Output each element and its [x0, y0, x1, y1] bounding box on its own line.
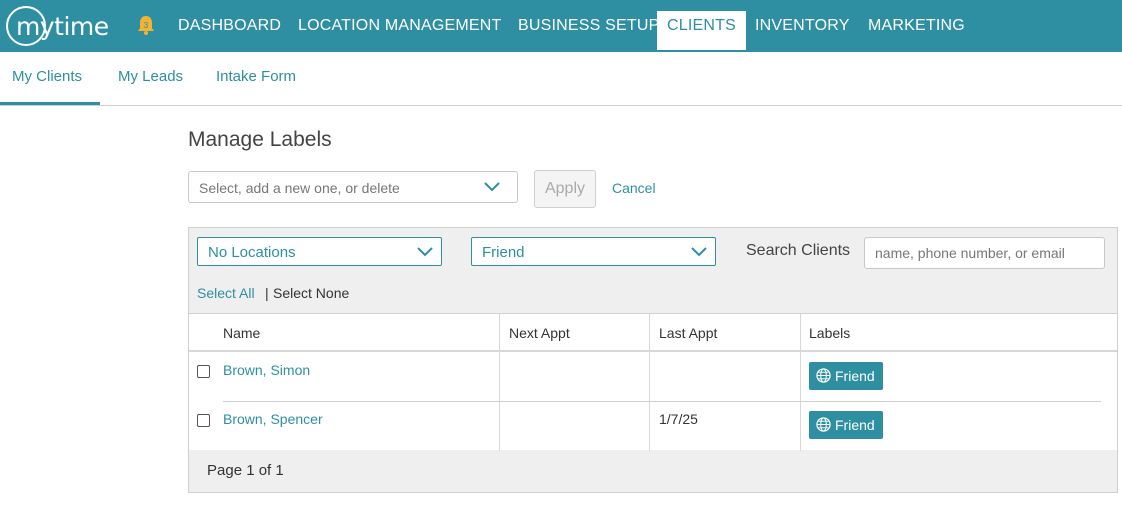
- select-all-link[interactable]: Select All: [197, 285, 255, 301]
- column-header-next-appt[interactable]: Next Appt: [509, 325, 570, 341]
- column-header-last-appt[interactable]: Last Appt: [659, 325, 717, 341]
- table-row: Brown, Simon Friend: [189, 352, 1117, 401]
- location-filter[interactable]: No Locations: [197, 237, 442, 266]
- sub-tabs: My Clients My Leads Intake Form: [0, 52, 1122, 106]
- nav-dashboard[interactable]: DASHBOARD: [178, 0, 281, 52]
- chevron-down-icon: [417, 247, 433, 257]
- client-name-link[interactable]: Brown, Spencer: [223, 411, 323, 427]
- cancel-link[interactable]: Cancel: [612, 180, 656, 196]
- bell-icon[interactable]: 3: [136, 14, 156, 36]
- column-header-name[interactable]: Name: [223, 325, 260, 341]
- pagination-text: Page 1 of 1: [207, 462, 284, 479]
- location-filter-value: No Locations: [208, 244, 296, 261]
- nav-inventory[interactable]: INVENTORY: [755, 0, 850, 52]
- globe-icon: [816, 368, 831, 383]
- select-separator: |: [265, 285, 269, 301]
- nav-business-setup[interactable]: BUSINESS SETUP: [518, 0, 660, 52]
- tab-my-clients[interactable]: My Clients: [12, 68, 82, 85]
- apply-button[interactable]: Apply: [534, 170, 596, 208]
- label-filter[interactable]: Friend: [471, 237, 716, 266]
- last-appt: 1/7/25: [659, 411, 698, 427]
- active-tab-indicator: [0, 102, 100, 105]
- select-none-link[interactable]: Select None: [273, 285, 349, 301]
- clients-table: Name Next Appt Last Appt Labels Brown, S…: [189, 313, 1117, 451]
- logo-text: mytime: [16, 11, 109, 41]
- chevron-down-icon: [484, 182, 500, 192]
- search-input[interactable]: [864, 237, 1105, 269]
- nav-marketing[interactable]: MARKETING: [868, 0, 965, 52]
- client-name-link[interactable]: Brown, Simon: [223, 362, 310, 378]
- mytime-logo[interactable]: mytime: [6, 6, 109, 46]
- clients-panel: No Locations Friend Search Clients Selec…: [188, 227, 1118, 493]
- search-label: Search Clients: [746, 242, 851, 259]
- label-badge-text: Friend: [835, 417, 875, 433]
- nav-location-management[interactable]: LOCATION MANAGEMENT: [298, 0, 502, 52]
- table-row: Brown, Spencer 1/7/25 Friend: [189, 402, 1117, 451]
- bell-badge: 3: [144, 21, 149, 30]
- table-header: Name Next Appt Last Appt Labels: [189, 314, 1117, 352]
- row-checkbox[interactable]: [197, 365, 210, 378]
- globe-icon: [816, 417, 831, 432]
- page-title: Manage Labels: [188, 128, 332, 151]
- tab-my-leads[interactable]: My Leads: [118, 68, 183, 85]
- label-badge[interactable]: Friend: [809, 362, 883, 390]
- chevron-down-icon: [691, 247, 707, 257]
- nav-clients[interactable]: CLIENTS: [657, 11, 746, 50]
- tab-intake-form[interactable]: Intake Form: [216, 68, 296, 85]
- top-nav: mytime 3 DASHBOARD LOCATION MANAGEMENT B…: [0, 0, 1122, 52]
- label-badge-text: Friend: [835, 368, 875, 384]
- column-header-labels: Labels: [809, 325, 851, 341]
- label-select-placeholder: Select, add a new one, or delete: [199, 180, 400, 196]
- row-checkbox[interactable]: [197, 414, 210, 427]
- label-badge[interactable]: Friend: [809, 411, 883, 439]
- label-filter-value: Friend: [482, 244, 525, 261]
- label-select[interactable]: Select, add a new one, or delete: [188, 171, 518, 203]
